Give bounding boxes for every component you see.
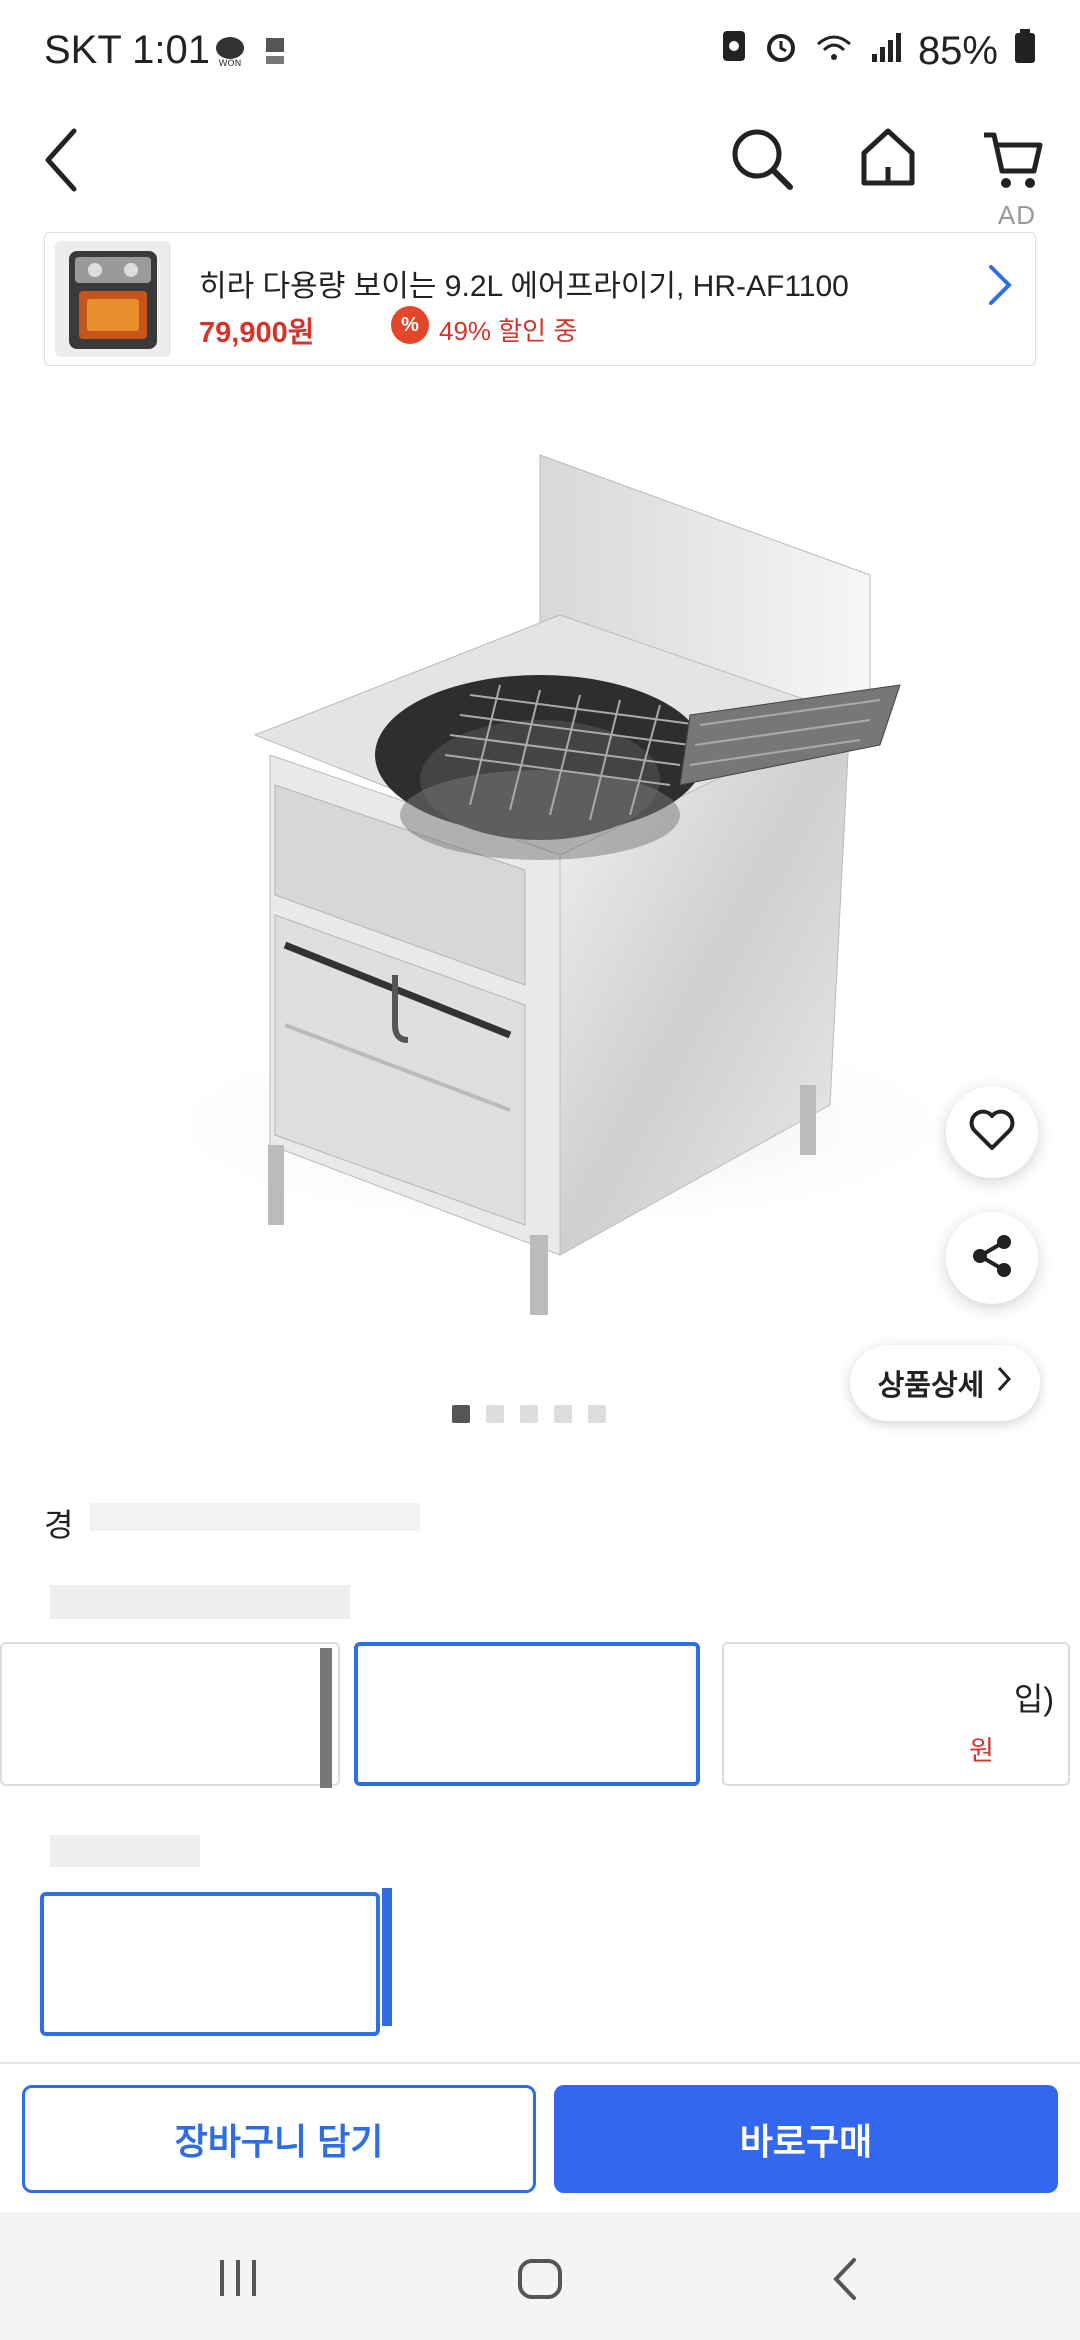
- nfc-icon: [720, 28, 748, 74]
- back-button-icon[interactable]: [830, 2256, 860, 2307]
- signal-icon: [870, 29, 902, 74]
- heart-icon: [968, 1108, 1016, 1157]
- product-detail-button[interactable]: 상품상세: [850, 1345, 1040, 1421]
- system-navigation-bar: [0, 2212, 1080, 2340]
- cart-icon[interactable]: [982, 129, 1044, 196]
- option-card-selected[interactable]: [40, 1892, 380, 2036]
- option-card[interactable]: [0, 1642, 340, 1786]
- buy-now-label: 바로구매: [739, 2121, 873, 2162]
- action-bar-divider: [0, 2062, 1080, 2064]
- ad-discount: 49% 할인 중: [439, 316, 578, 346]
- buy-now-button[interactable]: 바로구매: [554, 2085, 1058, 2193]
- pagination-dot[interactable]: [588, 1405, 606, 1423]
- product-detail-label: 상품상세: [877, 1370, 985, 1402]
- home-icon[interactable]: [858, 125, 918, 194]
- scroll-divider: [320, 1648, 332, 1788]
- svg-text:WON: WON: [219, 59, 242, 68]
- bill-notification-icon: [264, 36, 288, 73]
- option-group-title-redacted: [50, 1585, 350, 1619]
- status-bar: SKT 1:01 WON 85%: [0, 0, 1080, 95]
- option-card[interactable]: [404, 1892, 744, 2036]
- pagination-dot[interactable]: [520, 1405, 538, 1423]
- status-time: SKT 1:01: [44, 28, 211, 72]
- won-notification-icon: WON: [212, 34, 248, 73]
- ad-price: 79,900원: [199, 317, 315, 349]
- pagination-dot[interactable]: [554, 1405, 572, 1423]
- ad-banner[interactable]: 히라 다용량 보이는 9.2L 에어프라이기, HR-AF1100 79,900…: [44, 232, 1036, 366]
- share-icon: [968, 1232, 1016, 1285]
- add-to-cart-button[interactable]: 장바구니 담기: [22, 2085, 536, 2193]
- back-icon[interactable]: [40, 125, 84, 200]
- search-icon[interactable]: [730, 127, 794, 196]
- product-image[interactable]: [0, 385, 1080, 1385]
- option-card[interactable]: 입) 원: [722, 1642, 1070, 1786]
- wishlist-button[interactable]: [946, 1086, 1038, 1178]
- option-price: 원: [969, 1736, 994, 1766]
- battery-icon: [1014, 28, 1036, 74]
- option-group-title-redacted: [50, 1835, 200, 1867]
- image-pagination: [452, 1405, 606, 1423]
- pagination-dot[interactable]: [486, 1405, 504, 1423]
- brand-name-redacted: [90, 1503, 420, 1531]
- wifi-icon: [814, 29, 854, 74]
- discount-badge-icon: %: [391, 306, 429, 344]
- share-button[interactable]: [946, 1212, 1038, 1304]
- ad-product-image: [55, 241, 171, 357]
- ad-title: 히라 다용량 보이는 9.2L 에어프라이기, HR-AF1100: [199, 270, 849, 303]
- chevron-right-icon: [996, 1365, 1012, 1401]
- home-button-icon[interactable]: [517, 2258, 563, 2305]
- alarm-icon: [764, 29, 798, 74]
- ad-label: AD: [997, 200, 1036, 230]
- pagination-dot[interactable]: [452, 1405, 470, 1423]
- top-navigation: [0, 95, 1080, 235]
- option-card-selected[interactable]: [354, 1642, 700, 1786]
- battery-text: 85%: [917, 28, 998, 73]
- chevron-right-icon[interactable]: [985, 263, 1015, 318]
- recent-apps-icon[interactable]: [216, 2258, 260, 2303]
- add-to-cart-label: 장바구니 담기: [174, 2121, 384, 2162]
- status-right: 85%: [720, 28, 1036, 74]
- option-name: 입): [1013, 1681, 1054, 1717]
- brand-name[interactable]: 경: [44, 1500, 73, 1546]
- scroll-divider: [382, 1888, 392, 2026]
